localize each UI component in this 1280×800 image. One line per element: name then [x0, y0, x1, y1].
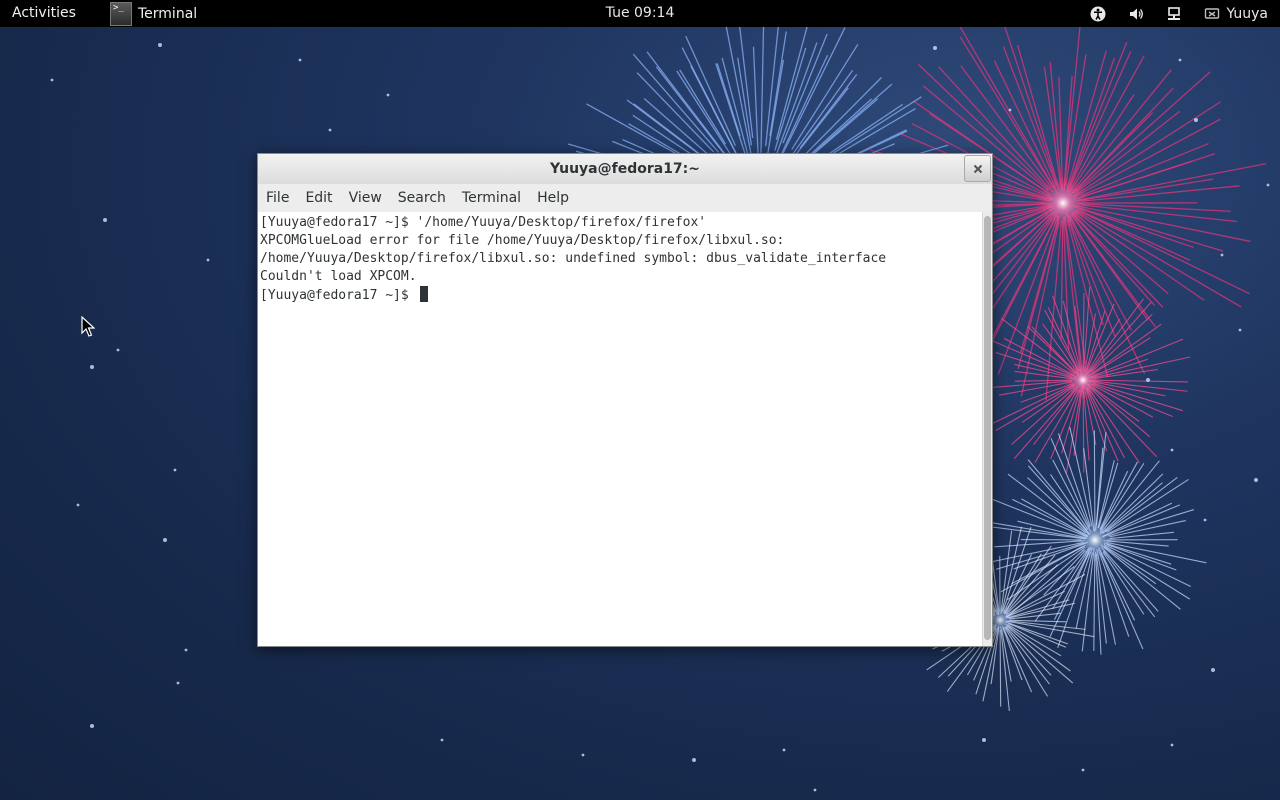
window-titlebar[interactable]: Yuuya@fedora17:~ — [258, 154, 992, 184]
system-tray: Yuuya — [1090, 0, 1268, 27]
terminal-line: [Yuuya@fedora17 ~]$ '/home/Yuuya/Desktop… — [260, 215, 707, 230]
menu-view[interactable]: View — [341, 190, 390, 206]
mouse-pointer-icon — [81, 316, 95, 337]
menu-help[interactable]: Help — [529, 190, 577, 206]
network-icon[interactable] — [1166, 6, 1182, 22]
menu-file[interactable]: File — [258, 190, 297, 206]
terminal-prompt: [Yuuya@fedora17 ~]$ — [260, 288, 417, 303]
scrollbar-thumb[interactable] — [984, 216, 991, 640]
terminal-line: Couldn't load XPCOM. — [260, 269, 417, 284]
text-cursor — [419, 286, 428, 302]
terminal-scrollbar[interactable] — [982, 212, 992, 646]
menu-bar: File Edit View Search Terminal Help — [258, 184, 992, 212]
clock[interactable]: Tue 09:14 — [606, 5, 675, 21]
volume-icon[interactable] — [1128, 6, 1144, 22]
window-title: Yuuya@fedora17:~ — [549, 161, 700, 177]
close-icon — [973, 164, 982, 173]
user-status-icon — [1204, 6, 1220, 22]
firework-glow-blue — [1073, 518, 1117, 562]
menu-terminal[interactable]: Terminal — [454, 190, 529, 206]
terminal-line: XPCOMGlueLoad error for file /home/Yuuya… — [260, 233, 785, 248]
firework-glow-pink-small — [1063, 360, 1103, 400]
terminal-prompt-line: [Yuuya@fedora17 ~]$ — [260, 286, 982, 304]
terminal-output[interactable]: [Yuuya@fedora17 ~]$ '/home/Yuuya/Desktop… — [258, 212, 982, 646]
terminal-app-icon: >_ — [110, 1, 132, 26]
accessibility-icon[interactable] — [1090, 6, 1106, 22]
user-menu[interactable]: Yuuya — [1204, 6, 1268, 22]
user-name: Yuuya — [1226, 5, 1268, 22]
activities-button[interactable]: Activities — [12, 5, 76, 21]
terminal-window: Yuuya@fedora17:~ File Edit View Search T… — [257, 153, 993, 647]
terminal-line: /home/Yuuya/Desktop/firefox/libxul.so: u… — [260, 251, 887, 266]
menu-search[interactable]: Search — [390, 190, 454, 206]
app-menu[interactable]: >_ Terminal — [110, 0, 197, 27]
menu-edit[interactable]: Edit — [297, 190, 340, 206]
top-bar: Activities >_ Terminal Tue 09:14 Yuuya — [0, 0, 1280, 27]
app-menu-label: Terminal — [138, 5, 198, 22]
firework-glow-pink — [1035, 175, 1091, 231]
close-button[interactable] — [964, 155, 991, 182]
